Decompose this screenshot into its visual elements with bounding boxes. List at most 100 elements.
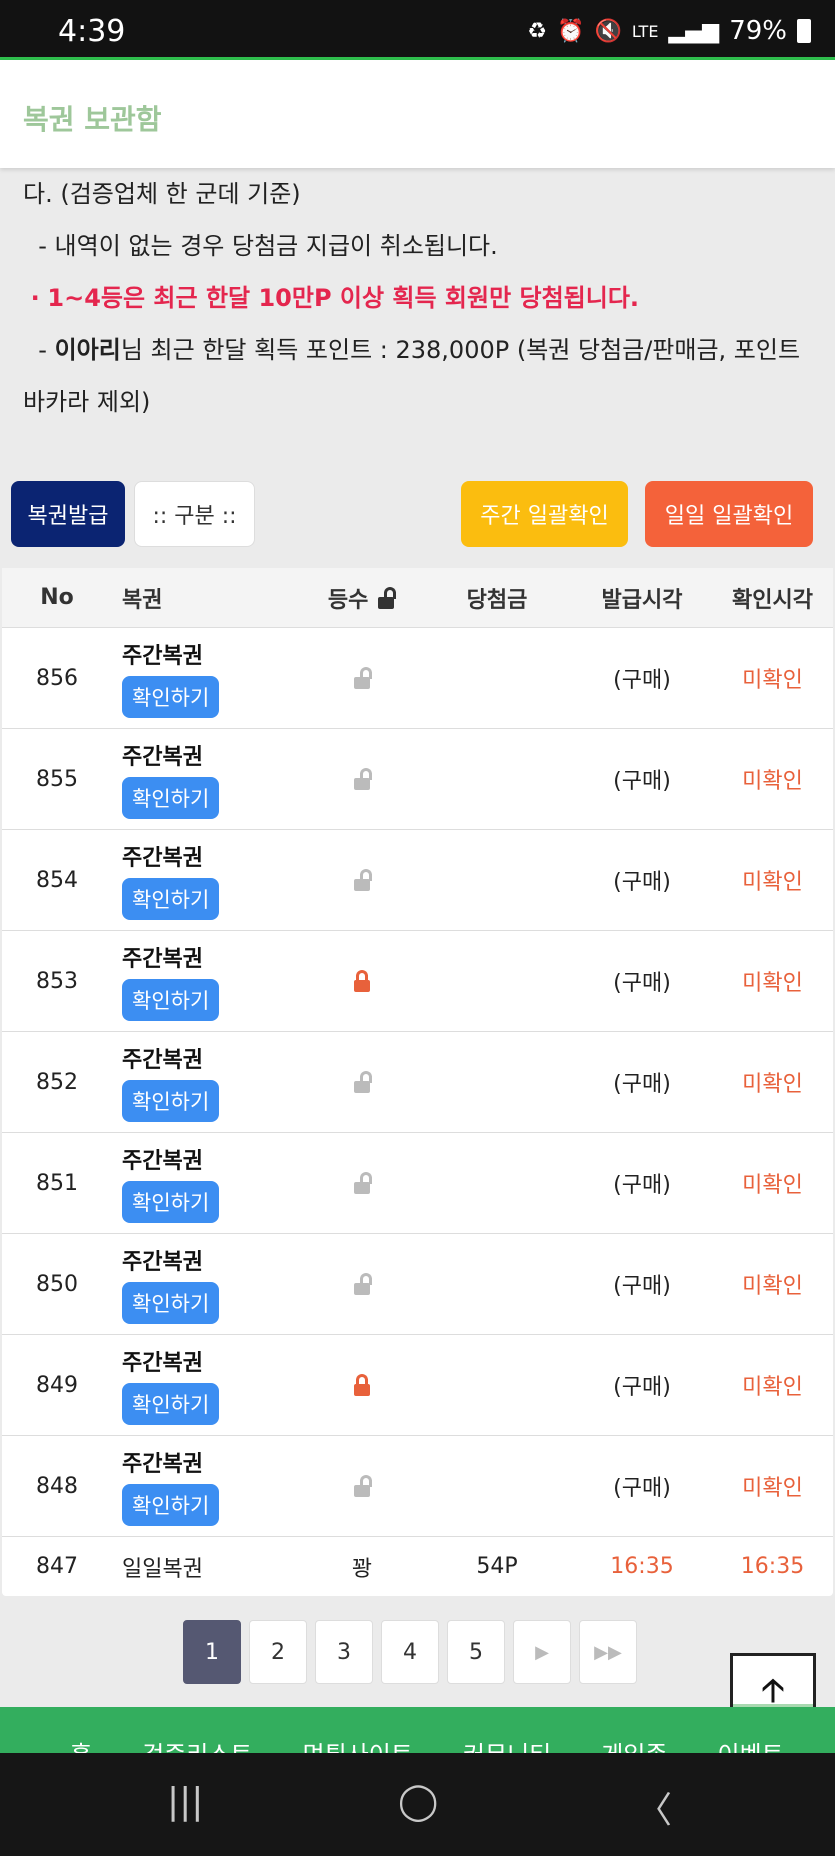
home-button[interactable]: ◯ <box>398 1781 438 1822</box>
row-prize <box>432 830 562 930</box>
row-name: 주간복권확인하기 <box>122 1032 322 1132</box>
header-prize: 당첨금 <box>466 587 528 613</box>
footer-nav-item[interactable]: 홈 <box>70 1735 92 1753</box>
page-1-button[interactable]: 1 <box>183 1620 241 1684</box>
row-name: 주간복권 확인하기 <box>122 729 322 829</box>
footer-nav-item[interactable]: 커뮤니티 <box>463 1735 551 1753</box>
row-prize: 54P <box>476 1554 518 1579</box>
last-arrow-icon: ▶▶ <box>594 1641 622 1663</box>
ticket-name: 주간복권 <box>122 1048 203 1073</box>
header-ticket: 복권 <box>122 587 163 613</box>
row-prize <box>432 1133 562 1233</box>
row-name: 주간복권확인하기 <box>122 1234 322 1334</box>
table-row: 855 주간복권 확인하기 (구매) 미확인 <box>2 729 833 830</box>
row-prize <box>432 1335 562 1435</box>
check-ticket-button[interactable]: 확인하기 <box>122 676 220 718</box>
row-rank <box>302 1133 422 1233</box>
check-ticket-button[interactable]: 확인하기 <box>122 878 220 920</box>
table-row: 851 주간복권 확인하기 (구매) 미확인 <box>2 1133 833 1234</box>
row-prize <box>432 1234 562 1334</box>
header-no: No <box>40 585 74 610</box>
page-title: 복권 보관함 <box>23 103 162 136</box>
row-no: 853 <box>36 968 78 994</box>
row-name: 주간복권확인하기 <box>122 830 322 930</box>
ticket-name: 주간복권 <box>122 644 203 669</box>
table-header: No 복권 등수 당첨금 발급시각 확인시각 <box>2 568 833 628</box>
row-confirmed: 미확인 <box>742 1173 803 1198</box>
check-ticket-button[interactable]: 확인하기 <box>122 1282 220 1324</box>
row-prize <box>432 729 562 829</box>
row-confirmed: 미확인 <box>742 1072 803 1097</box>
row-confirmed: 미확인 <box>742 1476 803 1501</box>
daily-confirm-all-button[interactable]: 일일 일괄확인 <box>645 481 813 547</box>
row-name: 주간복권 확인하기 <box>122 1335 322 1435</box>
row-rank <box>302 830 422 930</box>
row-no: 854 <box>36 867 78 893</box>
footer-nav-item[interactable]: 이벤트 <box>717 1735 783 1753</box>
page-5-button[interactable]: 5 <box>447 1620 505 1684</box>
table-row: 847 일일복권 꽝 54P 16:35 16:35 <box>2 1537 833 1596</box>
user-name: 이아리 <box>54 336 121 364</box>
last-page-button[interactable]: ▶▶ <box>579 1620 637 1684</box>
row-confirmed: 미확인 <box>742 1274 803 1299</box>
battery-icon <box>797 19 811 43</box>
row-prize <box>432 628 562 728</box>
notice-line: - 내역이 없는 경우 당첨금 지급이 취소됩니다. <box>38 232 498 260</box>
pagination: 1 2 3 4 5 ▶ ▶▶ <box>183 1620 637 1684</box>
row-name: 주간복권 확인하기 <box>122 1436 322 1536</box>
row-rank <box>302 628 422 728</box>
table-row: 848 주간복권 확인하기 (구매) 미확인 <box>2 1436 833 1537</box>
check-ticket-button[interactable]: 확인하기 <box>122 1181 220 1223</box>
row-name: 주간복권확인하기 <box>122 628 322 728</box>
signal-icon: ▂▄▆ <box>668 18 720 44</box>
footer-nav-item[interactable]: 검증리스트 <box>142 1735 252 1753</box>
header-rank[interactable]: 등수 <box>302 568 422 627</box>
row-rank <box>302 729 422 829</box>
unlock-icon <box>352 1071 372 1093</box>
weekly-confirm-all-button[interactable]: 주간 일괄확인 <box>461 481 628 547</box>
row-issued: (구매) <box>613 769 671 794</box>
page-2-button[interactable]: 2 <box>249 1620 307 1684</box>
check-ticket-button[interactable]: 확인하기 <box>122 1383 220 1425</box>
ticket-name: 주간복권 <box>122 1250 203 1275</box>
check-ticket-button[interactable]: 확인하기 <box>122 979 220 1021</box>
next-arrow-icon: ▶ <box>535 1641 549 1663</box>
row-rank <box>302 1335 422 1435</box>
check-ticket-button[interactable]: 확인하기 <box>122 1484 220 1526</box>
status-icons: ♻ ⏰ 🔇 LTE ▂▄▆ 79% <box>527 16 811 46</box>
row-no: 852 <box>36 1069 78 1095</box>
back-button[interactable]: 〈 <box>636 1781 672 1833</box>
ticket-name: 주간복권 <box>122 947 203 972</box>
footer-nav-item[interactable]: 게임존 <box>601 1735 667 1753</box>
row-no: 855 <box>36 766 78 792</box>
row-issued: 16:35 <box>610 1554 674 1579</box>
table-row: 856 주간복권 확인하기 (구매) 미확인 <box>2 628 833 729</box>
row-confirmed: 미확인 <box>742 668 803 693</box>
unlock-icon <box>352 1475 372 1497</box>
recents-button[interactable]: ||| <box>167 1781 203 1822</box>
alarm-icon: ⏰ <box>557 18 585 44</box>
table-row: 852 주간복권확인하기 (구매) 미확인 <box>2 1032 833 1133</box>
ticket-name: 주간복권 <box>122 846 203 871</box>
unlock-icon <box>376 586 397 609</box>
row-issued: (구매) <box>613 1072 671 1097</box>
next-page-button[interactable]: ▶ <box>513 1620 571 1684</box>
check-ticket-button[interactable]: 확인하기 <box>122 777 220 819</box>
row-name: 주간복권확인하기 <box>122 931 322 1031</box>
row-rank <box>302 931 422 1031</box>
row-confirmed: 미확인 <box>742 971 803 996</box>
row-no: 849 <box>36 1372 78 1398</box>
page-3-button[interactable]: 3 <box>315 1620 373 1684</box>
footer-nav-item[interactable]: 먹튀사이트 <box>303 1735 413 1753</box>
notice-text: 다. (검증업체 한 군데 기준) - 내역이 없는 경우 당첨금 지급이 취소… <box>0 168 835 428</box>
issue-ticket-button[interactable]: 복권발급 <box>11 481 125 547</box>
row-no: 847 <box>36 1554 78 1579</box>
check-ticket-button[interactable]: 확인하기 <box>122 1080 220 1122</box>
page-4-button[interactable]: 4 <box>381 1620 439 1684</box>
row-no: 850 <box>36 1271 78 1297</box>
row-prize <box>432 1436 562 1536</box>
unlock-icon <box>352 667 372 689</box>
category-select[interactable]: :: 구분 :: <box>134 481 255 547</box>
lock-icon <box>352 970 372 992</box>
lottery-table: No 복권 등수 당첨금 발급시각 확인시각 856 주간복권 확인하기 (구매) 미확… <box>2 568 833 1596</box>
